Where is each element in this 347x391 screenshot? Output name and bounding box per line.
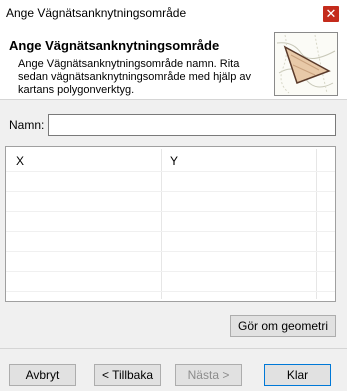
wizard-header: Ange Vägnätsanknytningsområde Ange Vägnä… <box>0 28 347 100</box>
row-divider <box>6 251 335 252</box>
row-divider <box>6 171 335 172</box>
name-input[interactable] <box>48 114 336 136</box>
header-title: Ange Vägnätsanknytningsområde <box>9 38 220 53</box>
cancel-button[interactable]: Avbryt <box>9 364 76 386</box>
header-description: Ange Vägnätsanknytningsområde namn. Rita… <box>18 58 251 96</box>
window-title: Ange Vägnätsanknytningsområde <box>6 6 187 20</box>
polygon-map-icon <box>274 32 338 96</box>
title-bar: Ange Vägnätsanknytningsområde ✕ <box>0 0 347 28</box>
finish-button[interactable]: Klar <box>264 364 331 386</box>
column-header-x[interactable]: X <box>16 154 24 168</box>
row-divider <box>6 271 335 272</box>
row-divider <box>6 191 335 192</box>
row-divider <box>6 211 335 212</box>
footer-divider <box>0 348 347 349</box>
name-label: Namn: <box>9 118 45 132</box>
coordinate-table[interactable]: X Y <box>5 146 336 302</box>
close-icon: ✕ <box>325 6 337 21</box>
redo-geometry-button[interactable]: Gör om geometri <box>230 315 336 337</box>
column-header-y[interactable]: Y <box>170 154 178 168</box>
back-button[interactable]: < Tillbaka <box>94 364 161 386</box>
row-divider <box>6 231 335 232</box>
row-divider <box>6 291 335 292</box>
close-button[interactable]: ✕ <box>323 6 339 22</box>
table-header: X Y <box>6 147 335 171</box>
next-button[interactable]: Nästa > <box>175 364 242 386</box>
